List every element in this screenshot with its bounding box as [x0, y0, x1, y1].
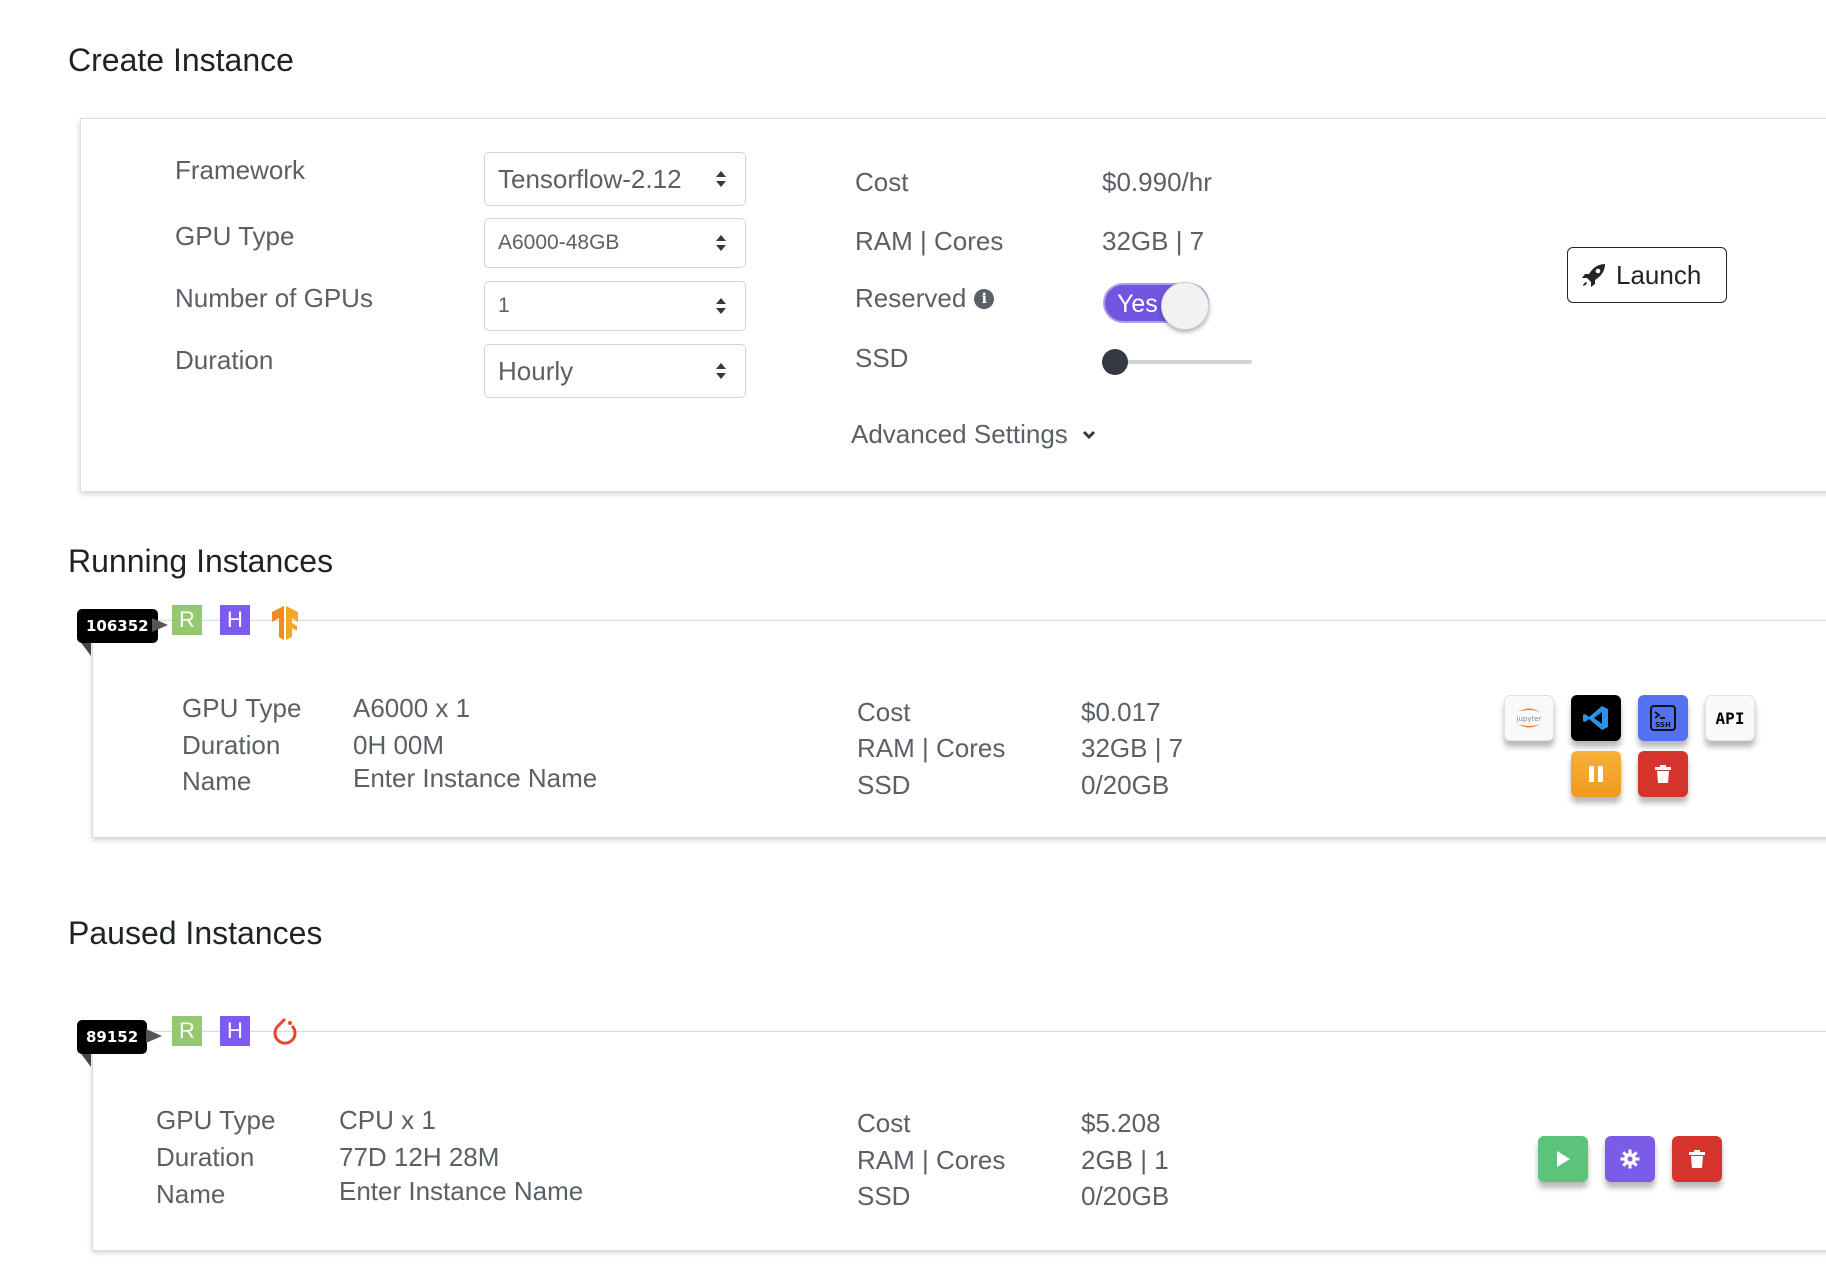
running-gpu-type-label: GPU Type	[182, 693, 302, 723]
api-button[interactable]: API	[1705, 695, 1755, 741]
ram-cores-label: RAM | Cores	[855, 226, 1004, 256]
launch-label: Launch	[1616, 259, 1702, 290]
running-header-line	[148, 620, 1826, 621]
settings-button[interactable]	[1605, 1136, 1655, 1182]
running-instance-card	[92, 620, 1826, 838]
paused-ssd-label: SSD	[857, 1181, 911, 1211]
ssh-button[interactable]: SSH	[1638, 695, 1688, 741]
running-name-label: Name	[182, 766, 252, 796]
toggle-knob	[1161, 282, 1209, 330]
num-gpus-select[interactable]: 1	[484, 281, 746, 331]
jupyter-button[interactable]: jupyter	[1504, 695, 1554, 741]
running-duration-value: 0H 00M	[353, 730, 445, 760]
hourly-badge: H	[220, 1016, 250, 1046]
running-ram-value: 32GB | 7	[1081, 733, 1184, 763]
ssd-label: SSD	[855, 343, 909, 373]
ram-cores-value: 32GB | 7	[1102, 226, 1205, 256]
id-tag-pointer	[152, 618, 168, 632]
reserved-toggle[interactable]: Yes	[1103, 282, 1209, 330]
select-arrows-icon	[716, 363, 726, 379]
create-instance-card: Framework GPU Type Number of GPUs Durati…	[80, 118, 1826, 492]
paused-cost-value: $5.208	[1081, 1108, 1161, 1138]
gpu-type-label: GPU Type	[175, 221, 295, 251]
paused-gpu-type-label: GPU Type	[156, 1105, 276, 1135]
paused-instances-title: Paused Instances	[68, 915, 323, 951]
advanced-settings-label: Advanced Settings	[851, 419, 1068, 449]
paused-name-input[interactable]: Enter Instance Name	[339, 1176, 583, 1207]
paused-cost-label: Cost	[857, 1108, 911, 1138]
running-gpu-type-value: A6000 x 1	[353, 693, 471, 723]
play-icon	[1557, 1151, 1570, 1167]
paused-ssd-value: 0/20GB	[1081, 1181, 1170, 1211]
gear-icon	[1620, 1149, 1640, 1169]
ssd-slider-thumb[interactable]	[1102, 349, 1128, 375]
paused-ram-label: RAM | Cores	[857, 1145, 1006, 1175]
paused-instance-id: 89152	[77, 1020, 148, 1054]
select-arrows-icon	[716, 171, 726, 187]
launch-button[interactable]: Launch	[1567, 247, 1727, 303]
running-ssd-value: 0/20GB	[1081, 770, 1170, 800]
pytorch-icon	[273, 1017, 297, 1045]
jupyter-icon: jupyter	[1516, 708, 1542, 728]
paused-duration-value: 77D 12H 28M	[339, 1142, 500, 1172]
duration-label: Duration	[175, 345, 274, 375]
paused-name-label: Name	[156, 1179, 226, 1209]
region-badge: R	[172, 1016, 202, 1046]
running-duration-label: Duration	[182, 730, 281, 760]
gpu-type-select[interactable]: A6000-48GB	[484, 218, 746, 268]
ssh-label: SSH	[1655, 721, 1671, 729]
pause-icon	[1589, 766, 1603, 782]
trash-icon	[1689, 1150, 1705, 1168]
paused-ram-value: 2GB | 1	[1081, 1145, 1169, 1175]
vscode-icon	[1583, 706, 1608, 730]
running-cost-label: Cost	[857, 697, 911, 727]
vscode-button[interactable]	[1571, 695, 1621, 741]
running-instances-title: Running Instances	[68, 543, 334, 579]
running-ssd-label: SSD	[857, 770, 911, 800]
paused-gpu-type-value: CPU x 1	[339, 1105, 436, 1135]
duration-select-value: Hourly	[498, 355, 574, 386]
gpu-type-select-value: A6000-48GB	[498, 231, 620, 254]
running-name-input[interactable]: Enter Instance Name	[353, 763, 597, 794]
trash-icon	[1655, 765, 1671, 783]
chevron-down-icon	[1082, 430, 1095, 439]
resume-button[interactable]	[1538, 1136, 1588, 1182]
api-icon: API	[1715, 708, 1745, 728]
running-cost-value: $0.017	[1081, 697, 1161, 727]
create-instance-title: Create Instance	[68, 42, 294, 78]
hourly-badge: H	[220, 605, 250, 635]
duration-select[interactable]: Hourly	[484, 344, 746, 398]
info-icon[interactable]: i	[974, 288, 995, 309]
framework-select-value: Tensorflow-2.12	[498, 163, 682, 194]
framework-label: Framework	[175, 155, 306, 185]
cost-value: $0.990/hr	[1102, 167, 1212, 197]
id-tag-pointer	[146, 1029, 162, 1043]
reserved-label-group: Reserved i	[855, 283, 995, 314]
reserved-toggle-label: Yes	[1117, 290, 1158, 318]
delete-running-button[interactable]	[1638, 751, 1688, 797]
paused-header-line	[148, 1031, 1826, 1032]
cost-label: Cost	[855, 167, 909, 197]
tensorflow-icon	[272, 606, 298, 640]
framework-select[interactable]: Tensorflow-2.12	[484, 152, 746, 206]
ssh-terminal-icon: SSH	[1650, 705, 1676, 731]
running-instance-id: 106352	[77, 609, 158, 643]
advanced-settings-toggle[interactable]: Advanced Settings	[851, 419, 1096, 450]
region-badge: R	[172, 605, 202, 635]
delete-paused-button[interactable]	[1672, 1136, 1722, 1182]
ssd-slider-track[interactable]	[1112, 360, 1252, 364]
num-gpus-select-value: 1	[498, 294, 510, 317]
running-ram-label: RAM | Cores	[857, 733, 1006, 763]
num-gpus-label: Number of GPUs	[175, 283, 373, 313]
select-arrows-icon	[716, 235, 726, 251]
rocket-icon	[1582, 264, 1605, 287]
pause-button[interactable]	[1571, 751, 1621, 797]
reserved-label: Reserved	[855, 283, 967, 313]
paused-duration-label: Duration	[156, 1142, 255, 1172]
jupyter-wordmark: jupyter	[1516, 715, 1542, 723]
select-arrows-icon	[716, 298, 726, 314]
